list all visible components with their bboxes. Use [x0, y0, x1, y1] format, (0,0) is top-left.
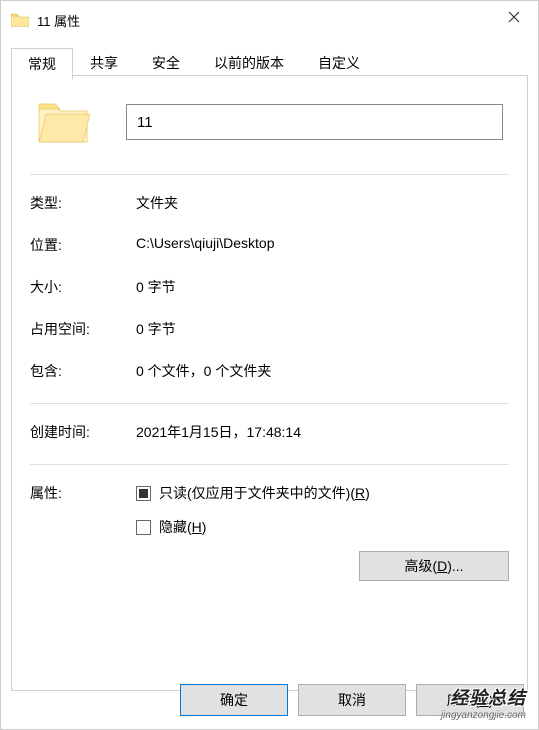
- readonly-label: 只读(仅应用于文件夹中的文件)(R): [159, 483, 370, 503]
- label-location: 位置:: [30, 235, 136, 255]
- tab-share[interactable]: 共享: [73, 47, 135, 79]
- folder-icon: [11, 13, 29, 27]
- value-created: 2021年1月15日，17:48:14: [136, 422, 509, 442]
- tab-previous-versions[interactable]: 以前的版本: [197, 47, 301, 79]
- value-size-on-disk: 0 字节: [136, 319, 509, 339]
- close-icon: [508, 11, 520, 23]
- advanced-button[interactable]: 高级(D)...: [359, 551, 509, 581]
- folder-name-input[interactable]: [126, 104, 503, 140]
- cancel-button[interactable]: 取消: [298, 684, 406, 716]
- separator: [30, 403, 509, 404]
- value-contains: 0 个文件，0 个文件夹: [136, 361, 509, 381]
- separator: [30, 174, 509, 175]
- hidden-checkbox[interactable]: [136, 520, 151, 535]
- label-attributes: 属性:: [30, 483, 136, 581]
- titlebar: 11 属性: [1, 1, 538, 39]
- value-location: C:\Users\qiuji\Desktop: [136, 235, 509, 251]
- tab-panel: 常规 共享 安全 以前的版本 自定义 类型: 文件夹 位置: C:\Users\…: [11, 75, 528, 691]
- folder-large-icon: [36, 98, 90, 146]
- close-button[interactable]: [490, 1, 538, 33]
- apply-button[interactable]: 应用(A): [416, 684, 524, 716]
- window-title: 11 属性: [37, 11, 80, 30]
- readonly-checkbox[interactable]: [136, 486, 151, 501]
- label-contains: 包含:: [30, 361, 136, 381]
- hidden-label: 隐藏(H): [159, 517, 206, 537]
- label-type: 类型:: [30, 193, 136, 213]
- dialog-buttons: 确定 取消 应用(A): [180, 684, 524, 716]
- tab-strip: 常规 共享 安全 以前的版本 自定义: [11, 47, 377, 79]
- label-created: 创建时间:: [30, 422, 136, 442]
- separator: [30, 464, 509, 465]
- tab-security[interactable]: 安全: [135, 47, 197, 79]
- value-size: 0 字节: [136, 277, 509, 297]
- tab-general[interactable]: 常规: [11, 48, 73, 80]
- tab-content-general: 类型: 文件夹 位置: C:\Users\qiuji\Desktop 大小: 0…: [12, 76, 527, 603]
- value-type: 文件夹: [136, 193, 509, 213]
- ok-button[interactable]: 确定: [180, 684, 288, 716]
- tab-custom[interactable]: 自定义: [301, 47, 377, 79]
- label-size-on-disk: 占用空间:: [30, 319, 136, 339]
- label-size: 大小:: [30, 277, 136, 297]
